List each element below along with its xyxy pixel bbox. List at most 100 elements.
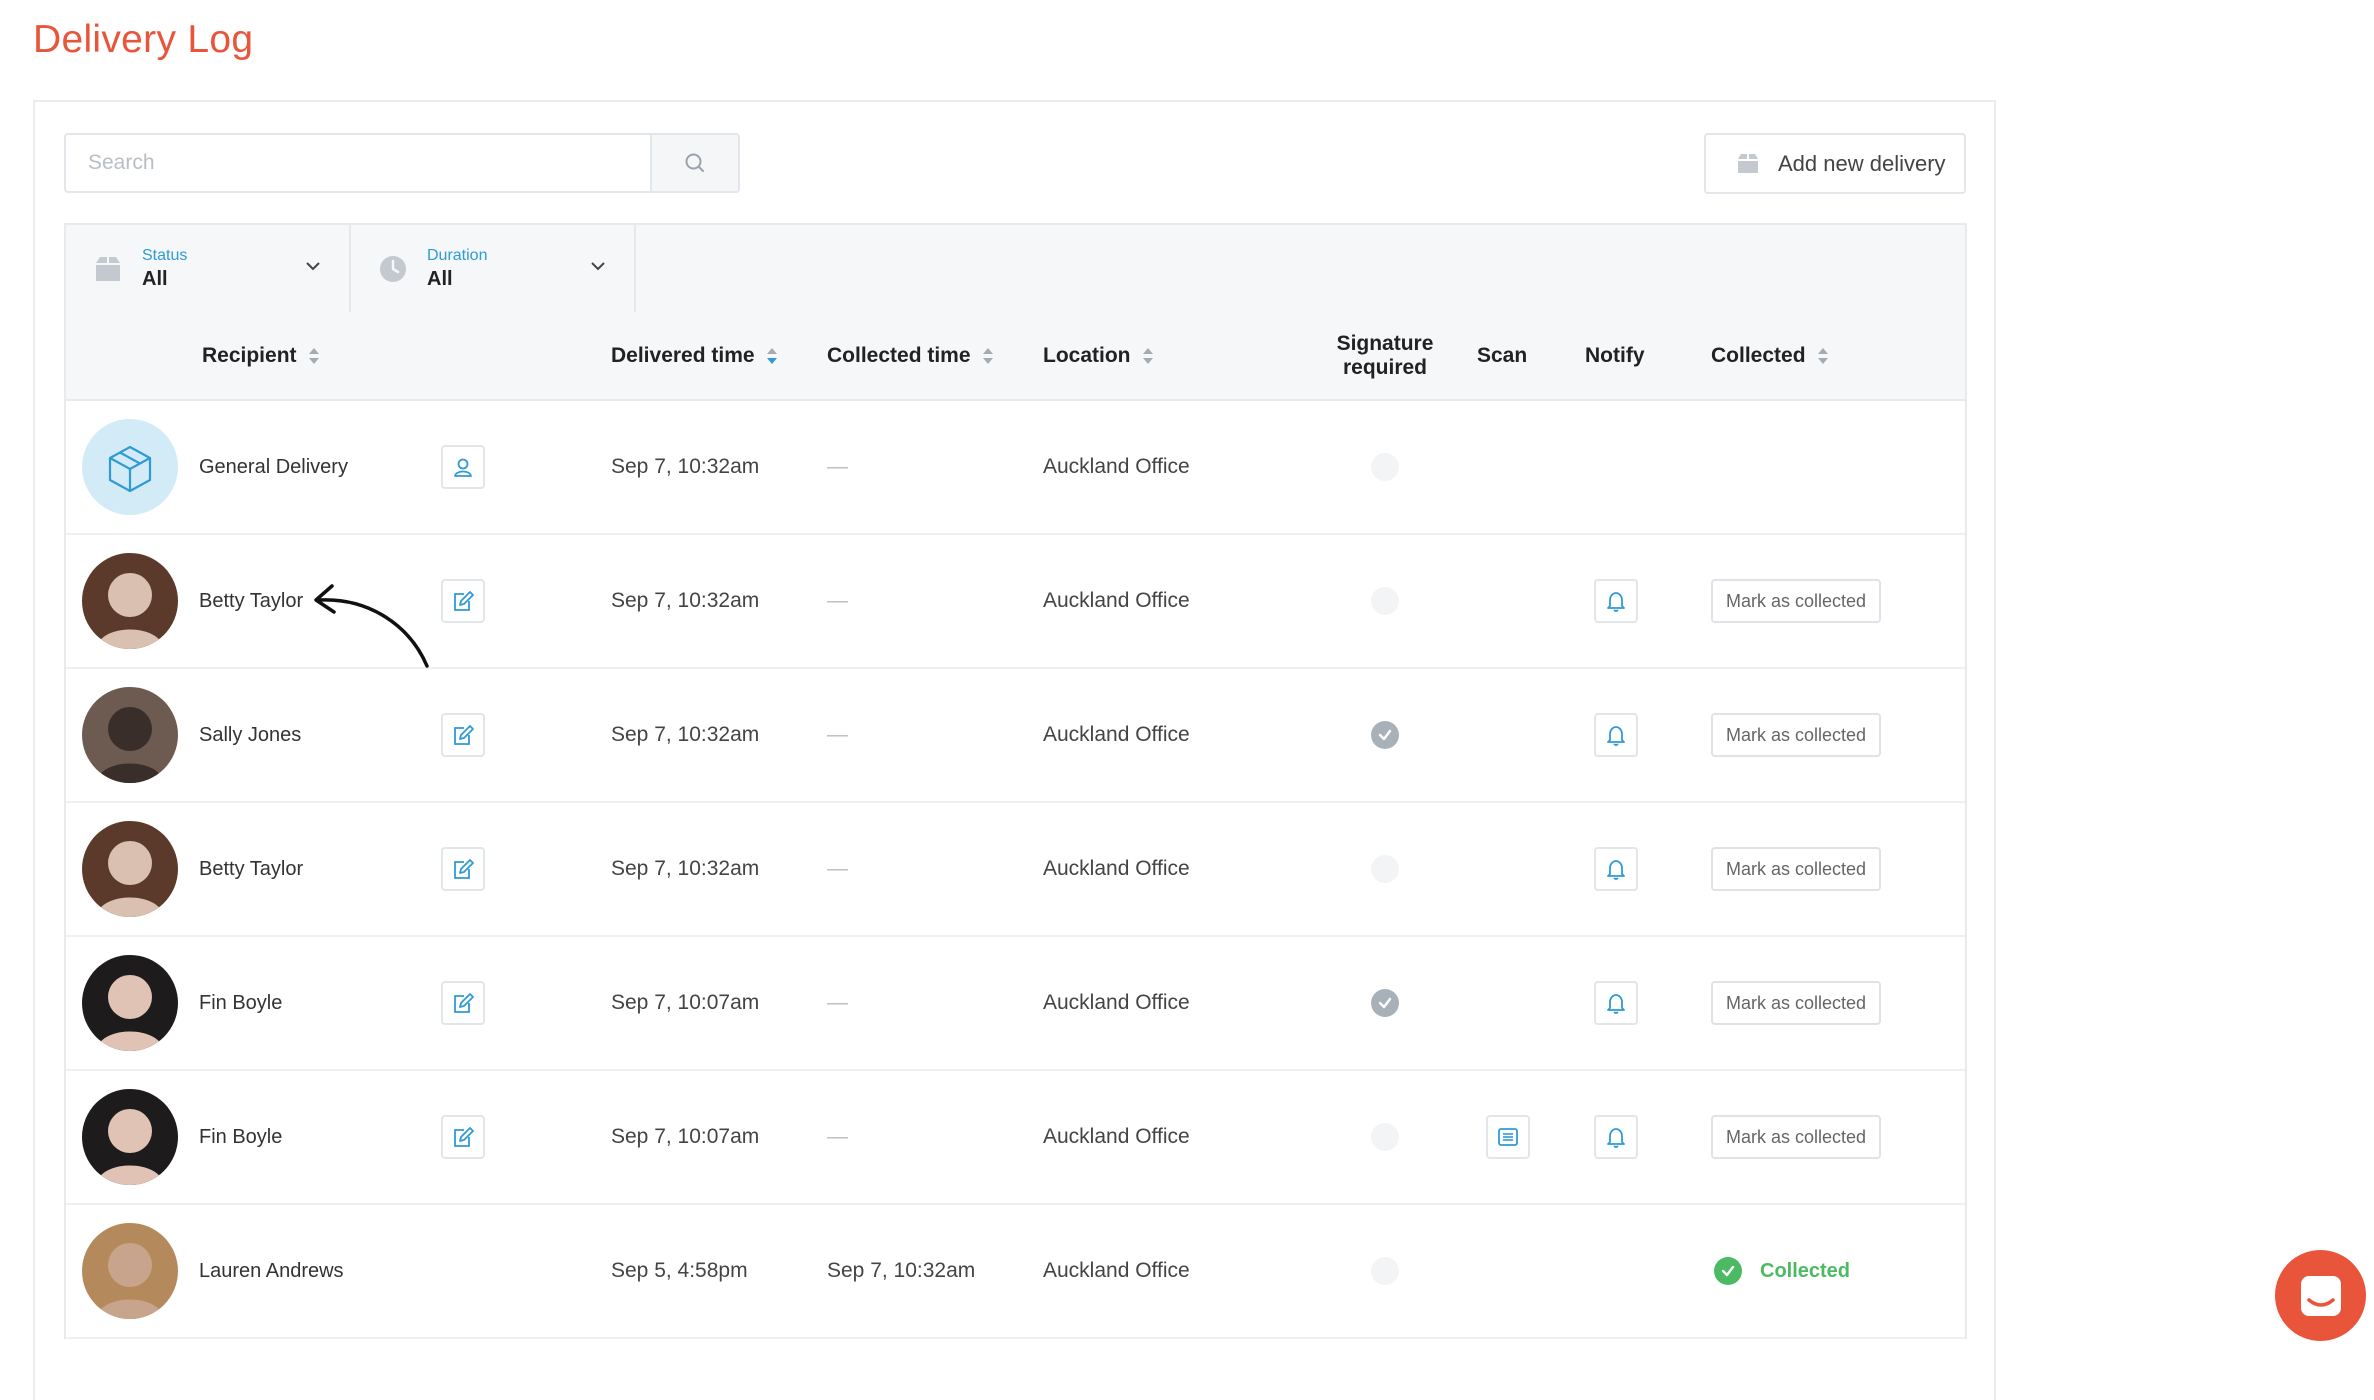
- delivered-time: Sep 7, 10:32am: [611, 723, 760, 746]
- clock-icon: [380, 255, 406, 282]
- collected-time-cell: Sep 7, 10:32am: [827, 1205, 975, 1337]
- edit-recipient-button[interactable]: [441, 713, 485, 757]
- delivered-time-cell: Sep 7, 10:07am: [611, 1071, 759, 1203]
- recipient-cell: Betty Taylor: [199, 535, 303, 667]
- search-box: [64, 133, 740, 193]
- delivered-time-cell: Sep 7, 10:32am: [611, 401, 759, 533]
- chat-launcher-button[interactable]: [2275, 1250, 2366, 1341]
- collected-check-icon: [1714, 1257, 1742, 1285]
- collected-cell: Mark as collected: [1711, 803, 1882, 935]
- table-row: Betty Taylor Sep 7, 10:32am — Auckland Offi…: [66, 803, 1965, 937]
- sort-icon: [1817, 347, 1828, 364]
- delivered-time: Sep 7, 10:07am: [611, 1125, 760, 1148]
- table-row: Sally Jones Sep 7, 10:32am — Auckland Offic…: [66, 669, 1965, 803]
- recipient-name: Fin Boyle: [199, 1125, 283, 1148]
- collected-time-cell: —: [827, 535, 848, 667]
- recipient-name: Betty Taylor: [199, 857, 304, 880]
- column-signature-label-2: required: [1342, 355, 1428, 379]
- package-icon: [1738, 153, 1758, 173]
- delivered-time-cell: Sep 5, 4:58pm: [611, 1205, 748, 1337]
- person-photo: [82, 687, 178, 783]
- column-delivered-time[interactable]: Delivered time: [611, 312, 779, 399]
- signature-not-required-icon: [1371, 1257, 1399, 1285]
- column-collected-time[interactable]: Collected time: [827, 312, 995, 399]
- edit-icon: [454, 725, 474, 745]
- location-cell: Auckland Office: [1043, 803, 1190, 935]
- recipient-action-cell: [441, 1071, 485, 1203]
- edit-recipient-button[interactable]: [441, 847, 485, 891]
- edit-icon: [454, 591, 474, 611]
- chat-icon: [2300, 1275, 2341, 1316]
- column-collected-label: Collected: [1711, 343, 1806, 367]
- mark-as-collected-button[interactable]: Mark as collected: [1711, 579, 1882, 623]
- location-cell: Auckland Office: [1043, 401, 1190, 533]
- recipient-action-cell: [441, 803, 485, 935]
- column-recipient[interactable]: Recipient: [202, 312, 321, 399]
- avatar: [82, 955, 178, 1051]
- signature-required-check-icon: [1371, 721, 1399, 749]
- collected-time-cell: —: [827, 937, 848, 1069]
- table-body: General Delivery Sep 7, 10:32am — Auckland …: [66, 401, 1965, 1339]
- delivered-time: Sep 7, 10:07am: [611, 991, 760, 1014]
- collected-time: —: [827, 589, 848, 612]
- person-photo: [82, 1089, 178, 1185]
- recipient-name: Lauren Andrews: [199, 1259, 344, 1282]
- collected-time-cell: —: [827, 669, 848, 801]
- delivered-time: Sep 7, 10:32am: [611, 589, 760, 612]
- search-button[interactable]: [650, 135, 738, 191]
- recipient-cell: Lauren Andrews: [199, 1205, 344, 1337]
- signature-not-required-icon: [1371, 1123, 1399, 1151]
- status-filter[interactable]: Status All: [66, 225, 351, 312]
- mark-as-collected-button[interactable]: Mark as collected: [1711, 713, 1882, 757]
- recipient-name: General Delivery: [199, 455, 348, 478]
- mark-as-collected-button[interactable]: Mark as collected: [1711, 981, 1882, 1025]
- recipient-action-cell: [441, 535, 485, 667]
- avatar: [82, 1089, 178, 1185]
- column-signature-required: Signature required: [1330, 312, 1440, 399]
- notify-button[interactable]: [1594, 579, 1638, 623]
- page-title: Delivery Log: [33, 18, 254, 61]
- collected-cell: Mark as collected: [1711, 535, 1882, 667]
- notify-button[interactable]: [1594, 1115, 1638, 1159]
- mark-as-collected-button[interactable]: Mark as collected: [1711, 847, 1882, 891]
- bell-icon: [1607, 860, 1625, 880]
- avatar: [82, 821, 178, 917]
- check-icon: [1721, 1265, 1735, 1277]
- assign-recipient-button[interactable]: [441, 445, 485, 489]
- sort-icon: [1142, 347, 1153, 364]
- scan-list-icon: [1498, 1128, 1518, 1146]
- location-cell: Auckland Office: [1043, 1205, 1190, 1337]
- recipient-name: Betty Taylor: [199, 589, 304, 612]
- edit-icon: [454, 1127, 474, 1147]
- column-collected-time-label: Collected time: [827, 343, 971, 367]
- column-location[interactable]: Location: [1043, 312, 1155, 399]
- column-collected[interactable]: Collected: [1711, 312, 1830, 399]
- avatar: [82, 1223, 178, 1319]
- column-signature-label-1: Signature: [1336, 331, 1434, 355]
- column-notify: Notify: [1585, 312, 1645, 399]
- bell-icon: [1607, 726, 1625, 746]
- notify-button[interactable]: [1594, 713, 1638, 757]
- add-new-delivery-button[interactable]: Add new delivery: [1704, 133, 1966, 194]
- scan-cell: [1486, 1071, 1530, 1203]
- location-cell: Auckland Office: [1043, 669, 1190, 801]
- edit-recipient-button[interactable]: [441, 981, 485, 1025]
- location: Auckland Office: [1043, 455, 1190, 478]
- collected-cell: Mark as collected: [1711, 937, 1882, 1069]
- column-notify-label: Notify: [1585, 343, 1645, 367]
- edit-recipient-button[interactable]: [441, 1115, 485, 1159]
- signature-cell: [1371, 1205, 1399, 1337]
- signature-cell: [1371, 401, 1399, 533]
- collected-time: Sep 7, 10:32am: [827, 1259, 976, 1282]
- edit-icon: [454, 859, 474, 879]
- notify-button[interactable]: [1594, 981, 1638, 1025]
- view-scan-button[interactable]: [1486, 1115, 1530, 1159]
- search-input[interactable]: [66, 135, 650, 191]
- duration-filter[interactable]: Duration All: [351, 225, 636, 312]
- signature-cell: [1371, 803, 1399, 935]
- person-photo: [82, 553, 178, 649]
- edit-recipient-button[interactable]: [441, 579, 485, 623]
- notify-button[interactable]: [1594, 847, 1638, 891]
- check-icon: [1378, 729, 1392, 741]
- mark-as-collected-button[interactable]: Mark as collected: [1711, 1115, 1882, 1159]
